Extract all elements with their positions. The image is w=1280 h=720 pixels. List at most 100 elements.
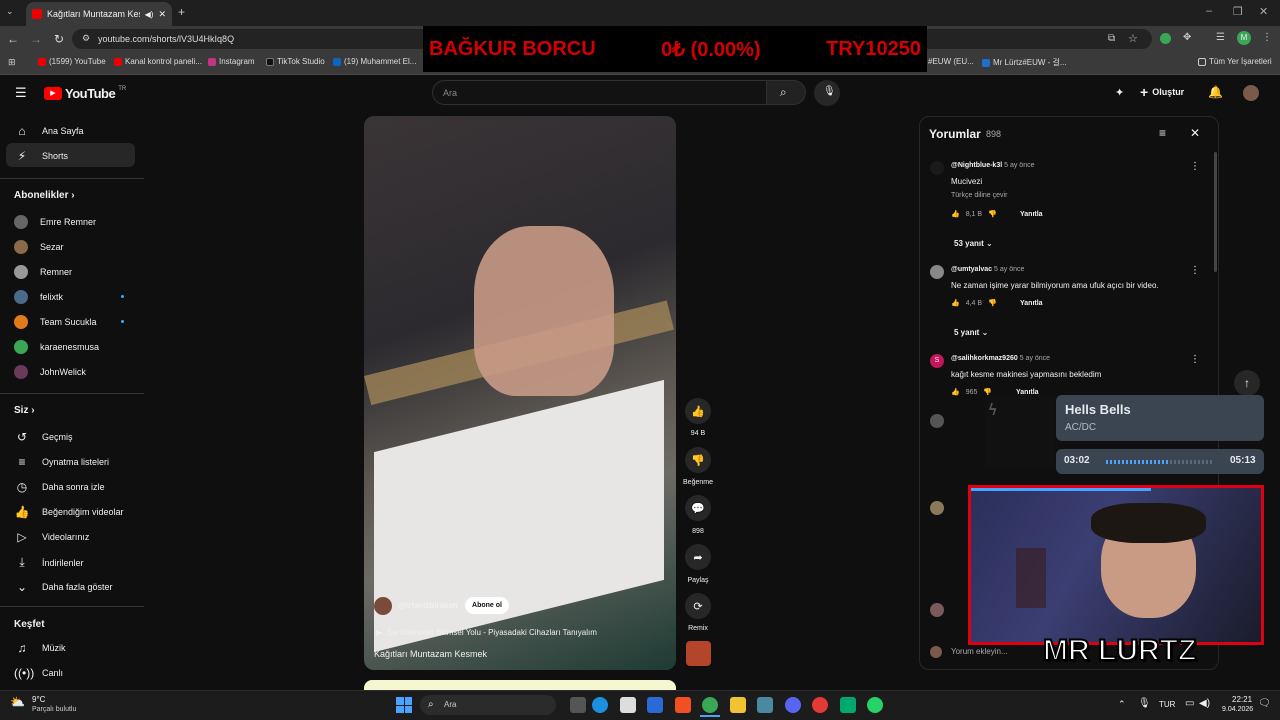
extension-icon[interactable]	[1160, 33, 1171, 44]
taskbar-search[interactable]: ⌕ Ara	[420, 695, 556, 715]
avatar[interactable]	[930, 501, 944, 515]
avatar[interactable]	[930, 414, 944, 428]
remix-button[interactable]: ⟳	[685, 593, 711, 619]
file-explorer-icon[interactable]	[730, 697, 746, 713]
tray-overflow-icon[interactable]: ⌃	[1118, 699, 1126, 710]
sidebar-item-music[interactable]: ♫ Müzik	[14, 641, 66, 655]
youtube-logo[interactable]: ▶ YouTube TR	[44, 86, 126, 101]
like-button[interactable]: 👍	[685, 398, 711, 424]
mail-icon[interactable]	[647, 697, 663, 713]
extensions-puzzle-icon[interactable]: ✥	[1183, 32, 1191, 43]
whatsapp-icon[interactable]	[867, 697, 883, 713]
subscribe-button[interactable]: Abone ol	[465, 597, 509, 614]
sidebar-item-subscription[interactable]: Remner	[14, 265, 72, 279]
reply-button[interactable]: Yanıtla	[1020, 211, 1043, 218]
bookmark-instagram[interactable]: Instagram	[208, 57, 255, 66]
sidebar-item-subscription[interactable]: karaenesmusa	[14, 340, 99, 354]
channel-name[interactable]: @irfanizbirakan	[398, 601, 458, 610]
chrome-icon[interactable]	[702, 697, 718, 713]
media-player-icon[interactable]	[812, 697, 828, 713]
brave-icon[interactable]	[675, 697, 691, 713]
weather-icon[interactable]: ⛅	[10, 695, 25, 709]
bookmark-all[interactable]: Tüm Yer İşaretleri	[1198, 57, 1272, 66]
like-icon[interactable]: 👍	[951, 210, 960, 218]
cast-icon[interactable]: ✦	[1115, 86, 1124, 99]
sidebar-item-subscription[interactable]: Emre Remner	[14, 215, 96, 229]
replies-toggle[interactable]: 53 yanıt ⌄	[954, 239, 993, 248]
sidebar-item-home[interactable]: ⌂ Ana Sayfa	[14, 124, 83, 138]
close-tab-icon[interactable]: ✕	[158, 9, 166, 20]
sidebar-item-show-more[interactable]: ⌄ Daha fazla göster	[14, 580, 113, 594]
notification-center-icon[interactable]: 🗨	[1258, 698, 1271, 709]
dislike-icon[interactable]: 👎	[988, 299, 997, 307]
task-view-icon[interactable]	[570, 697, 586, 713]
sidebar-item-your-videos[interactable]: ▷ Videolarınız	[14, 530, 89, 544]
site-info-icon[interactable]: ⚙	[82, 33, 90, 44]
sidebar-item-liked[interactable]: 👍 Beğendiğim videolar	[14, 505, 124, 519]
new-tab-button[interactable]: +	[178, 5, 185, 19]
sidebar-item-subscription[interactable]: Sezar	[14, 240, 64, 254]
dislike-icon[interactable]: 👎	[988, 210, 997, 218]
bookmark-tiktok[interactable]: TikTok Studio	[266, 57, 325, 66]
sort-icon[interactable]: ≡	[1159, 126, 1166, 140]
replies-toggle[interactable]: 5 yanıt ⌄	[954, 328, 988, 337]
app-icon[interactable]	[757, 697, 773, 713]
subscriptions-heading[interactable]: Abonelikler ›	[14, 190, 75, 201]
comment-author[interactable]: @umtyalvac 5 ay önce	[951, 266, 1024, 273]
sidebar-item-subscription[interactable]: JohnWelick	[14, 365, 86, 379]
bookmark-star-icon[interactable]: ☆	[1128, 32, 1138, 45]
sidebar-item-shorts[interactable]: ⚡ Shorts	[14, 149, 68, 163]
maximize-icon[interactable]: ❐	[1233, 5, 1243, 18]
bookmark-kanal[interactable]: Kanal kontrol paneli...	[114, 57, 202, 66]
cast-icon[interactable]: ⧉	[1108, 33, 1115, 44]
language-indicator[interactable]: TUR	[1159, 700, 1175, 709]
comment-menu-icon[interactable]: ⋮	[1190, 161, 1200, 172]
hamburger-menu-icon[interactable]: ☰	[15, 85, 27, 101]
add-comment-input[interactable]: Yorum ekleyin...	[951, 647, 1008, 656]
sidebar-item-downloads[interactable]: ⤓ İndirilenler	[14, 555, 83, 570]
sidebar-item-subscription[interactable]: Team Sucukla	[14, 315, 97, 329]
side-panel-icon[interactable]: ☰	[1216, 32, 1225, 43]
search-input[interactable]: Ara	[432, 80, 767, 105]
avatar[interactable]	[1243, 85, 1259, 101]
share-button[interactable]: ➦	[685, 544, 711, 570]
channel-avatar[interactable]	[374, 597, 392, 615]
forward-icon[interactable]: →	[28, 32, 44, 46]
profile-avatar[interactable]: M	[1237, 31, 1251, 45]
windows-start-icon[interactable]	[396, 697, 412, 713]
dislike-button[interactable]: 👎	[685, 447, 711, 473]
avatar[interactable]	[930, 603, 944, 617]
reply-button[interactable]: Yanıtla	[1020, 300, 1043, 307]
shorts-video-player[interactable]	[364, 116, 676, 670]
discord-icon[interactable]	[785, 697, 801, 713]
search-button[interactable]: ⌕	[766, 80, 806, 105]
you-heading[interactable]: Siz ›	[14, 405, 35, 416]
tab-list-icon[interactable]: ⌄	[6, 6, 14, 17]
bookmark-mrlurtz[interactable]: Mr Lürtz#EUW - 걸...	[982, 57, 1067, 68]
sidebar-item-subscription[interactable]: felixtk	[14, 290, 63, 304]
notifications-icon[interactable]: 🔔	[1208, 85, 1223, 99]
scroll-to-top-button[interactable]: ↑	[1234, 370, 1260, 396]
translate-link[interactable]: Türkçe diline çevir	[951, 192, 1007, 199]
bookmark-linkedin[interactable]: (19) Muhammet El...	[333, 57, 416, 66]
volume-icon[interactable]: ◀)	[1199, 698, 1210, 709]
voice-search-button[interactable]: 🎙	[814, 80, 840, 106]
comment-author[interactable]: @salihkorkmaz9260 5 ay önce	[951, 355, 1050, 362]
apps-grid-icon[interactable]: ⊞	[8, 57, 16, 68]
browser-tab[interactable]: Kağıtları Muntazam Kesmek ◀) ✕	[26, 2, 172, 26]
edge-icon[interactable]	[592, 697, 608, 713]
next-short-preview[interactable]	[364, 680, 676, 690]
avatar[interactable]: S	[930, 354, 944, 368]
create-button[interactable]: + Oluştur	[1140, 84, 1184, 100]
comment-author[interactable]: @Nightblue-k3l 5 ay önce	[951, 162, 1034, 169]
close-window-icon[interactable]: ✕	[1259, 5, 1268, 18]
playlist-link[interactable]: ▶ Serinlemenin Bilimsel Yolu - Piyasadaki…	[376, 628, 597, 637]
comment-menu-icon[interactable]: ⋮	[1190, 265, 1200, 276]
app-icon[interactable]	[840, 697, 856, 713]
sound-thumbnail[interactable]	[686, 641, 711, 666]
bookmark-youtube[interactable]: (1599) YouTube	[38, 57, 106, 66]
browser-menu-icon[interactable]: ⋮	[1262, 32, 1272, 43]
close-icon[interactable]: ✕	[1190, 126, 1200, 140]
avatar[interactable]	[930, 265, 944, 279]
sidebar-item-history[interactable]: ↺ Geçmiş	[14, 430, 73, 444]
